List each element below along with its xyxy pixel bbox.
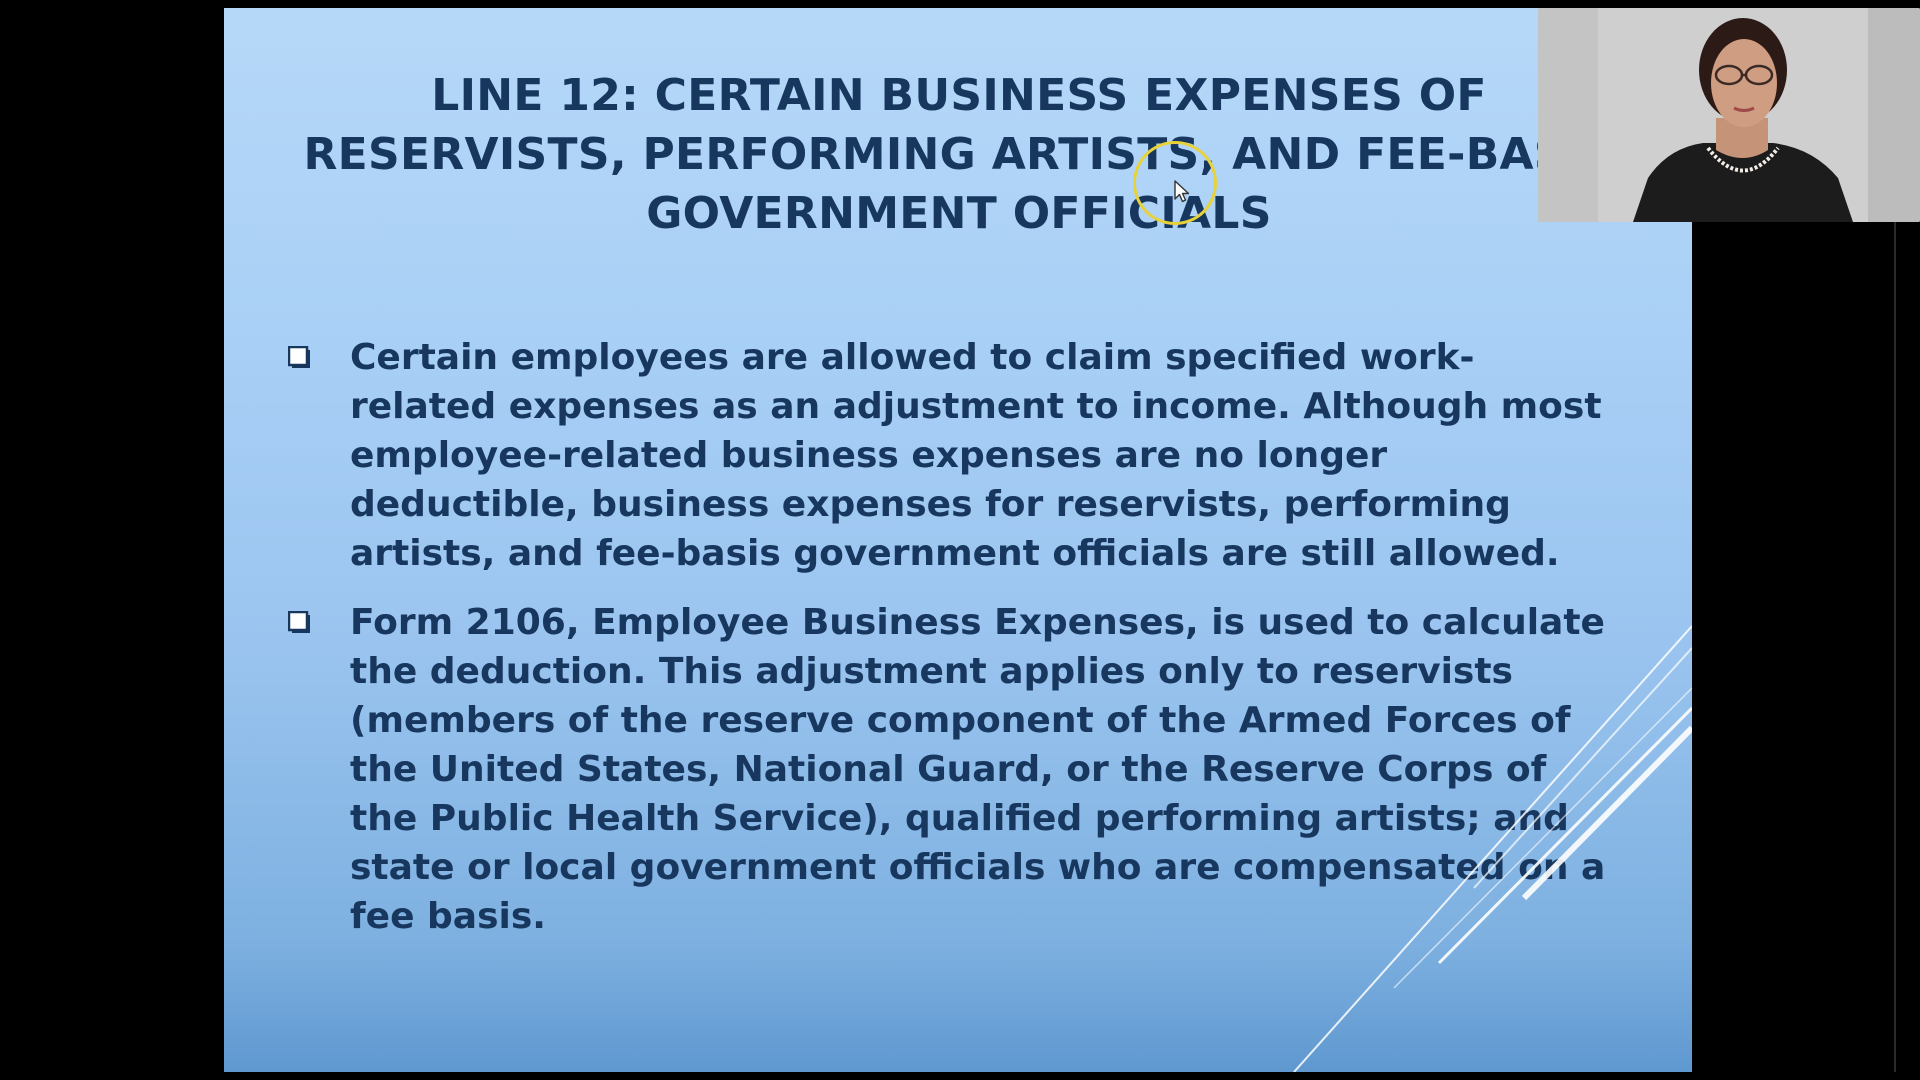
bullet-item: Certain employees are allowed to claim s… (288, 333, 1608, 578)
webcam-video-feed (1538, 8, 1920, 222)
bullet-text: Certain employees are allowed to claim s… (350, 337, 1602, 574)
bullet-list: Certain employees are allowed to claim s… (288, 333, 1608, 961)
checkbox-icon (288, 611, 310, 633)
bullet-text: Form 2106, Employee Business Expenses, i… (350, 602, 1606, 937)
presenter-video-icon (1538, 8, 1920, 222)
window-divider (1894, 222, 1896, 1072)
bullet-item: Form 2106, Employee Business Expenses, i… (288, 598, 1608, 941)
screen: LINE 12: CERTAIN BUSINESS EXPENSES OF RE… (0, 0, 1920, 1080)
presentation-slide: LINE 12: CERTAIN BUSINESS EXPENSES OF RE… (224, 8, 1692, 1072)
checkbox-icon (288, 346, 310, 368)
mouse-pointer-icon (1174, 180, 1190, 203)
slide-title: LINE 12: CERTAIN BUSINESS EXPENSES OF RE… (303, 70, 1615, 239)
